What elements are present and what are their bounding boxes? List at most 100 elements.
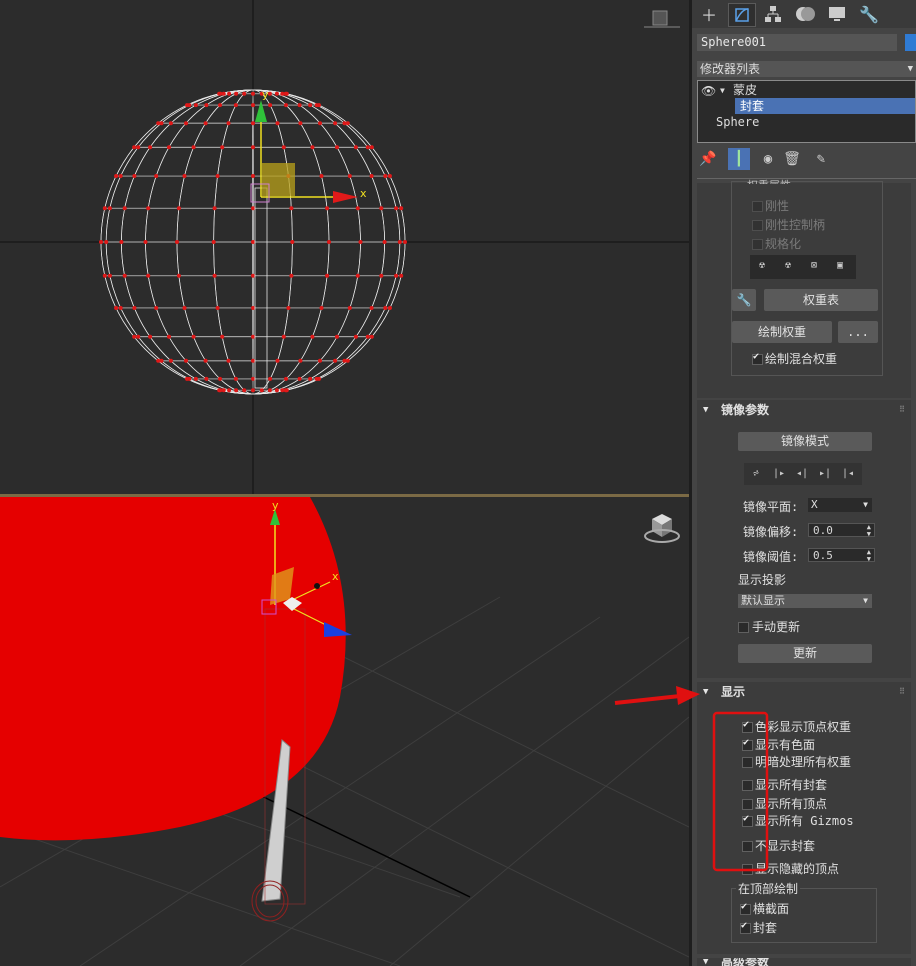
grip-icon: ⠿	[899, 405, 905, 414]
x-axis-arrow	[333, 191, 358, 203]
rigid-handles-label: 刚性控制柄	[765, 218, 826, 232]
update-button[interactable]: 更新	[738, 644, 872, 663]
display-option-checkbox[interactable]	[742, 737, 753, 751]
weight-tool-4-icon[interactable]: ▣	[830, 260, 850, 271]
mirror-green-to-blue-verts-icon[interactable]: ▸|	[815, 468, 835, 479]
chevron-down-icon: ▼	[863, 500, 868, 509]
draw-on-top-title: 在顶部绘制	[736, 880, 801, 897]
utilities-tab[interactable]: 🔧	[856, 3, 882, 25]
paint-blend-weights-label: 绘制混合权重	[765, 352, 838, 366]
paint-blend-weights-checkbox[interactable]	[752, 351, 763, 365]
weight-tool-2-icon[interactable]: ☢	[778, 260, 798, 271]
display-tab[interactable]	[824, 3, 850, 25]
motion-icon	[796, 7, 815, 21]
display-option-checkbox[interactable]	[742, 719, 753, 733]
object-name-field[interactable]: Sphere001	[697, 34, 897, 51]
modifier-stack[interactable]: 👁 ▼ 蒙皮 封套 Sphere	[697, 80, 916, 143]
display-option-checkbox[interactable]	[742, 841, 753, 852]
mirror-threshold-spinner[interactable]: 0.5 ▲ ▼	[808, 548, 875, 563]
mirror-params-title: 镜像参数	[721, 403, 770, 417]
pin-stack-icon[interactable]: 📌	[697, 148, 719, 170]
normalize-label: 规格化	[765, 237, 802, 251]
bone-gizmo	[254, 187, 268, 389]
display-option-checkbox[interactable]	[742, 780, 753, 791]
object-color-swatch[interactable]	[905, 34, 916, 51]
mirror-green-to-blue-icon[interactable]: |▸	[769, 468, 789, 479]
trash-icon[interactable]: 🗑	[781, 148, 803, 170]
wrench-icon: 🔧	[736, 293, 752, 307]
show-end-result-icon[interactable]: ┃	[728, 148, 750, 170]
weight-tools-strip: ☢ ☢ ⊠ ▣	[750, 255, 856, 279]
mirror-blue-to-green-icon[interactable]: ◂|	[792, 468, 812, 479]
weight-tool-1-icon[interactable]: ☢	[752, 260, 772, 271]
stack-item-skin[interactable]: 蒙皮	[733, 82, 757, 98]
monitor-icon	[829, 7, 845, 21]
mirror-plane-label: 镜像平面:	[743, 500, 799, 514]
display-option-label: 明暗处理所有权重	[755, 755, 852, 769]
display-option-label: 显示所有 Gizmos	[755, 814, 854, 828]
mirror-offset-spinner[interactable]: 0.0 ▲ ▼	[808, 523, 875, 538]
weight-table-button[interactable]: 权重表	[764, 289, 878, 311]
hierarchy-icon	[765, 6, 781, 22]
expand-triangle-icon[interactable]: ▼	[720, 83, 725, 99]
modifier-list-dropdown[interactable]: 修改器列表 ▼	[697, 61, 916, 77]
rigid-handles-checkbox[interactable]	[752, 220, 763, 231]
make-unique-icon[interactable]: ◉	[757, 148, 779, 170]
spinner-arrows-icon: ▲ ▼	[866, 523, 871, 538]
cross-sections-label: 横截面	[753, 902, 790, 916]
modify-icon	[735, 8, 749, 22]
plus-icon: ＋	[700, 6, 717, 25]
manual-update-label: 手动更新	[752, 620, 801, 634]
stack-item-sphere[interactable]: Sphere	[716, 114, 759, 130]
rollout-parameters: 权重属性 刚性 刚性控制柄 规格化 ☢ ☢ ⊠ ▣ 🔧 权重表 绘制权重 ...…	[697, 179, 911, 398]
y-axis-arrow	[255, 100, 267, 122]
viewport-perspective[interactable]: y x	[0, 497, 689, 966]
mirror-params-body: 镜像模式 ⩫ |▸ ◂| ▸| |◂ 镜像平面: X ▼ 镜像偏移: 0.0 ▲…	[697, 420, 911, 678]
chevron-down-icon: ▼	[907, 64, 913, 74]
collapse-triangle-icon: ▼	[703, 405, 709, 415]
display-option-label: 不显示封套	[755, 839, 816, 853]
display-option-checkbox[interactable]	[742, 799, 753, 810]
cross-sections-checkbox[interactable]	[740, 901, 751, 915]
advanced-params-header[interactable]: ▼ 高级参数	[697, 958, 911, 966]
collapse-triangle-icon: ▼	[703, 687, 709, 697]
hierarchy-tab[interactable]	[760, 3, 786, 25]
display-option-checkbox[interactable]	[742, 757, 753, 768]
advanced-params-title: 高级参数	[721, 958, 770, 966]
display-header[interactable]: ▼ 显示 ⠿	[697, 682, 911, 702]
display-projection-dropdown[interactable]: 默认显示 ▼	[738, 594, 872, 608]
chevron-down-icon: ▼	[863, 596, 868, 605]
display-option-checkbox[interactable]	[742, 813, 753, 827]
mirror-blue-to-green-verts-icon[interactable]: |◂	[838, 468, 858, 479]
normalize-checkbox[interactable]	[752, 239, 763, 250]
weight-tool-3-icon[interactable]: ⊠	[804, 260, 824, 271]
paint-weights-button[interactable]: 绘制权重	[732, 321, 832, 343]
display-option-label: 显示隐藏的顶点	[755, 862, 840, 876]
viewcube-icon	[644, 10, 680, 28]
mirror-offset-label: 镜像偏移:	[743, 525, 799, 539]
mirror-threshold-value: 0.5	[813, 549, 833, 562]
display-option-label: 显示所有顶点	[755, 797, 828, 811]
grip-icon: ⠿	[899, 687, 905, 696]
spinner-arrows-icon: ▲ ▼	[866, 548, 871, 563]
persp-gizmo-x-label: x	[332, 570, 339, 583]
paint-options-button[interactable]: ...	[838, 321, 878, 343]
weight-tool-button[interactable]: 🔧	[732, 289, 756, 311]
viewport-front[interactable]: x y	[0, 0, 689, 494]
stack-item-envelope[interactable]: 封套	[735, 98, 915, 114]
mirror-paste-icon[interactable]: ⩫	[746, 468, 766, 479]
mirror-mode-button[interactable]: 镜像模式	[738, 432, 872, 451]
display-projection-value: 默认显示	[741, 594, 785, 607]
configure-sets-icon[interactable]: ✎	[810, 148, 832, 170]
create-tab[interactable]: ＋	[696, 3, 722, 25]
display-option-checkbox[interactable]	[742, 864, 753, 875]
motion-tab[interactable]	[792, 3, 818, 25]
envelopes-on-top-checkbox[interactable]	[740, 920, 751, 934]
rigid-checkbox[interactable]	[752, 201, 763, 212]
modify-tab[interactable]	[728, 3, 756, 27]
mirror-offset-value: 0.0	[813, 524, 833, 537]
manual-update-checkbox[interactable]	[738, 622, 749, 633]
mirror-plane-dropdown[interactable]: X ▼	[808, 498, 872, 512]
mirror-params-header[interactable]: ▼ 镜像参数 ⠿	[697, 400, 911, 420]
eye-icon[interactable]: 👁	[701, 83, 716, 99]
